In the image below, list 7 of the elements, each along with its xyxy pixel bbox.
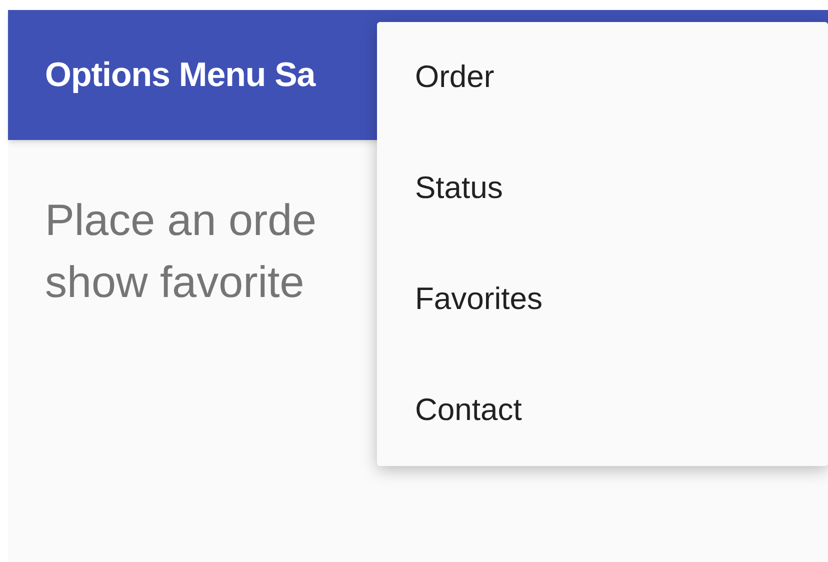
menu-item[interactable]: Contact: [377, 355, 828, 466]
menu-item[interactable]: Favorites: [377, 244, 828, 355]
app-title: Options Menu Sa: [45, 54, 316, 96]
menu-item[interactable]: Status: [377, 133, 828, 244]
body-text: Place an orde: [45, 195, 317, 247]
menu-item[interactable]: Order: [377, 22, 828, 133]
body-text: show favorite: [45, 257, 304, 309]
